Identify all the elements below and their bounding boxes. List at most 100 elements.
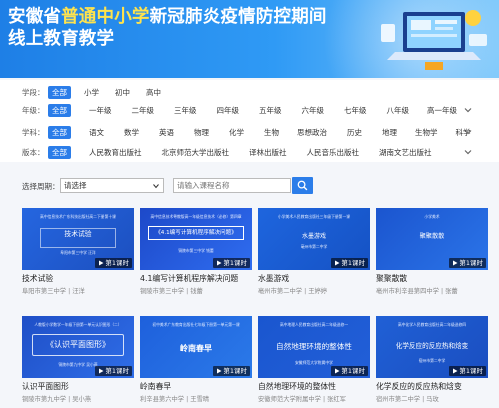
course-thumbnail[interactable]: 高中化学人民教育出版社高二年级选修四 化学反应的反应热和焓变 宿州市第二中学 第… <box>376 316 488 378</box>
search-bar: 选择周期： 请选择 <box>0 176 499 198</box>
filter-option[interactable]: 全部 <box>48 125 71 139</box>
thumbnail-caption: 初中美术广东教育出版社七年级下册第一单元第一课 <box>152 322 240 327</box>
course-card[interactable]: 高中信息技术粤教版高一年级信息技术（必修）第四章 《4.1编写计算机程序解决问题… <box>140 208 252 295</box>
play-icon <box>99 368 104 374</box>
lesson-badge: 第1课时 <box>213 366 250 376</box>
thumbnail-title: 聚聚散散 <box>419 233 445 240</box>
lesson-badge-label: 第1课时 <box>105 259 129 267</box>
filter-option[interactable]: 五年级 <box>255 104 286 117</box>
period-select-value: 请选择 <box>64 181 87 190</box>
thumbnail-caption: 高中信息技术广东科技出版社高二下册第十课 <box>40 214 116 219</box>
filter-option[interactable]: 历史 <box>343 126 366 139</box>
filter-option[interactable]: 地理 <box>378 126 401 139</box>
filter-option[interactable]: 数学 <box>120 126 143 139</box>
filter-option[interactable]: 物理 <box>190 126 213 139</box>
course-card[interactable]: 高中化学人民教育出版社高二年级选修四 化学反应的反应热和焓变 宿州市第二中学 第… <box>376 316 488 403</box>
banner-title-prefix: 安徽省 <box>8 7 62 27</box>
course-meta: 利辛县第六中学 | 王雪晴 <box>140 396 210 403</box>
lesson-badge: 第1课时 <box>331 258 368 268</box>
course-title[interactable]: 自然地理环境的整体性 <box>258 381 370 392</box>
course-title[interactable]: 聚聚散散 <box>376 273 488 284</box>
filter-option[interactable]: 语文 <box>85 126 108 139</box>
filter-option[interactable]: 初中 <box>111 86 134 99</box>
filter-option[interactable]: 全部 <box>48 145 71 159</box>
course-card[interactable]: 小学美术 聚聚散散 第1课时 聚聚散散 亳州市利辛县第四中学 | 张蕾 <box>376 208 488 295</box>
filter-row-subject: 学科： 全部 语文 数学 英语 物理 化学 生物 思想政治 历史 地理 生物学 … <box>0 124 499 140</box>
filter-option[interactable]: 生物 <box>260 126 283 139</box>
thumbnail-caption: 高中化学人民教育出版社高二年级选修四 <box>397 322 467 327</box>
course-card[interactable]: 高中信息技术广东科技出版社高二下册第十课 技术试验 阜阳市第三中学 汪洋 第1课… <box>22 208 134 295</box>
course-meta: 亳州市第二中学 | 王婷婷 <box>258 288 328 295</box>
filter-option[interactable]: 六年级 <box>298 104 329 117</box>
course-title[interactable]: 技术试验 <box>22 273 134 284</box>
filter-option[interactable]: 一年级 <box>85 104 116 117</box>
banner-title-suffix: 新冠肺炎疫情防控期间 <box>149 7 327 27</box>
thumbnail-caption: 小学美术人民教育出版社三年级下册第一课 <box>277 214 351 219</box>
filter-label: 年级： <box>22 105 45 115</box>
course-title[interactable]: 水墨游戏 <box>258 273 370 284</box>
filter-option[interactable]: 英语 <box>155 126 178 139</box>
filter-option[interactable]: 四年级 <box>213 104 244 117</box>
play-icon <box>453 368 458 374</box>
play-icon <box>335 260 340 266</box>
course-thumbnail[interactable]: 高中信息技术广东科技出版社高二下册第十课 技术试验 阜阳市第三中学 汪洋 第1课… <box>22 208 134 270</box>
course-thumbnail[interactable]: 小学美术人民教育出版社三年级下册第一课 水墨游戏 亳州市第二中学 第1课时 <box>258 208 370 270</box>
page: 安徽省普通中小学新冠肺炎疫情防控期间 线上教育教学 学段： 全部 小学 初中 高… <box>0 0 499 408</box>
course-title[interactable]: 认识平面图形 <box>22 381 134 392</box>
filter-option[interactable]: 北京师范大学出版社 <box>158 146 234 159</box>
filter-option[interactable]: 译林出版社 <box>245 146 291 159</box>
course-thumbnail[interactable]: 初中美术广东教育出版社七年级下册第一单元第一课 岭南春早 第1课时 <box>140 316 252 378</box>
course-card[interactable]: 初中美术广东教育出版社七年级下册第一单元第一课 岭南春早 第1课时 岭南春早 利… <box>140 316 252 403</box>
filter-option[interactable]: 小学 <box>80 86 103 99</box>
thumbnail-title: 自然地理环境的整体性 <box>276 342 352 351</box>
thumbnail-subtitle: 铜陵市第三中学 钱蕾 <box>178 248 214 253</box>
course-meta: 宿州市第二中学 | 马玫 <box>376 396 439 403</box>
search-button[interactable] <box>292 177 313 194</box>
course-meta: 铜陵市第九中学 | 吴小燕 <box>22 396 92 403</box>
play-icon <box>217 260 222 266</box>
thumbnail-caption: 高中地理人民教育出版社高二年级选修一 <box>279 322 349 327</box>
period-select[interactable]: 请选择 <box>60 178 164 193</box>
course-thumbnail[interactable]: 人教版小学数学一年级下册第一单元认识图形（二） 《认识平面图形》 铜陵市第九中学… <box>22 316 134 378</box>
chevron-down-icon[interactable] <box>463 147 473 157</box>
filter-option[interactable]: 二年级 <box>128 104 159 117</box>
filter-option[interactable]: 化学 <box>225 126 248 139</box>
course-title[interactable]: 4.1编写计算机程序解决问题 <box>140 273 252 284</box>
filter-panel: 学段： 全部 小学 初中 高中 年级： 全部 一年级 二年级 三年级 四年级 五… <box>0 80 499 162</box>
course-card[interactable]: 高中地理人民教育出版社高二年级选修一 自然地理环境的整体性 安徽师范大学附属中学… <box>258 316 370 403</box>
play-icon <box>453 260 458 266</box>
chevron-down-icon[interactable] <box>463 105 473 115</box>
filter-option[interactable]: 人民音乐出版社 <box>303 146 364 159</box>
lesson-badge-label: 第1课时 <box>105 367 129 375</box>
filter-option[interactable]: 全部 <box>48 103 71 117</box>
filter-option[interactable]: 湖南文艺出版社 <box>375 146 436 159</box>
filter-option[interactable]: 人民教育出版社 <box>85 146 146 159</box>
thumbnail-subtitle: 宿州市第二中学 <box>418 358 446 363</box>
thumbnail-title: 《4.1编写计算机程序解决问题》 <box>155 230 237 236</box>
thumbnail-caption: 人教版小学数学一年级下册第一单元认识图形（二） <box>34 322 122 327</box>
course-thumbnail[interactable]: 小学美术 聚聚散散 第1课时 <box>376 208 488 270</box>
course-meta: 阜阳市第三中学 | 汪洋 <box>22 288 85 295</box>
banner-title-highlight: 普通中小学 <box>61 7 150 27</box>
lesson-badge: 第1课时 <box>331 366 368 376</box>
course-card[interactable]: 人教版小学数学一年级下册第一单元认识图形（二） 《认识平面图形》 铜陵市第九中学… <box>22 316 134 403</box>
filter-option[interactable]: 八年级 <box>383 104 414 117</box>
course-title[interactable]: 岭南春早 <box>140 381 252 392</box>
filter-option[interactable]: 生物学 <box>411 126 442 139</box>
filter-option[interactable]: 三年级 <box>170 104 201 117</box>
chevron-down-icon[interactable] <box>463 127 473 137</box>
course-thumbnail[interactable]: 高中信息技术粤教版高一年级信息技术（必修）第四章 《4.1编写计算机程序解决问题… <box>140 208 252 270</box>
filter-row-grade: 年级： 全部 一年级 二年级 三年级 四年级 五年级 六年级 七年级 八年级 高… <box>0 102 499 118</box>
course-card[interactable]: 小学美术人民教育出版社三年级下册第一课 水墨游戏 亳州市第二中学 第1课时 水墨… <box>258 208 370 295</box>
filter-option[interactable]: 高一年级 <box>423 104 461 117</box>
play-icon <box>335 368 340 374</box>
filter-label: 学科： <box>22 127 45 137</box>
filter-option[interactable]: 全部 <box>48 85 71 99</box>
course-search-input[interactable] <box>173 178 291 193</box>
filter-option[interactable]: 七年级 <box>340 104 371 117</box>
course-thumbnail[interactable]: 高中地理人民教育出版社高二年级选修一 自然地理环境的整体性 安徽师范大学附属中学… <box>258 316 370 378</box>
course-title[interactable]: 化学反应的反应热和焓变 <box>376 381 488 392</box>
filter-option[interactable]: 高中 <box>142 86 165 99</box>
banner-title-line2: 线上教育教学 <box>8 29 115 49</box>
filter-option[interactable]: 思想政治 <box>293 126 331 139</box>
